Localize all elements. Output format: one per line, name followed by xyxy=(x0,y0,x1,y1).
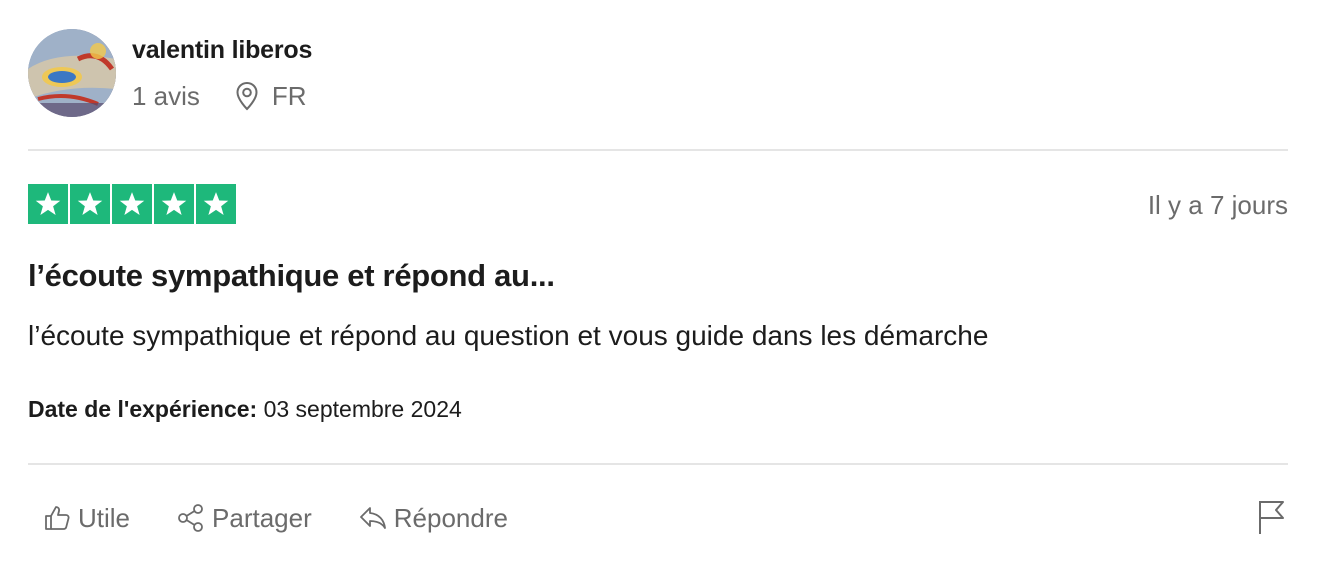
review-date: Il y a 7 jours xyxy=(1147,190,1288,220)
experience-date: Date de l'expérience: 03 septembre 2024 xyxy=(28,396,462,423)
review-card: valentin liberos 1 avis FR Il y a 7 jour… xyxy=(28,0,1288,566)
review-actions: Utile Partager Répondre xyxy=(42,498,554,538)
star-icon xyxy=(70,184,110,224)
share-button[interactable]: Partager xyxy=(176,503,312,534)
star-rating xyxy=(28,184,236,224)
flag-icon xyxy=(1259,501,1284,534)
reviewer-country: FR xyxy=(271,80,307,111)
review-title[interactable]: l’écoute sympathique et répond au... xyxy=(28,258,555,294)
star-icon xyxy=(112,184,152,224)
experience-date-value: 03 septembre 2024 xyxy=(263,396,462,422)
divider xyxy=(28,463,1288,465)
avatar[interactable] xyxy=(28,29,116,117)
star-icon xyxy=(28,184,68,224)
thumbs-up-icon xyxy=(45,506,70,530)
reply-button[interactable]: Répondre xyxy=(358,503,508,534)
reviewer-meta: 1 avis FR xyxy=(132,80,307,112)
share-label: Partager xyxy=(212,502,312,533)
report-flag-button[interactable] xyxy=(1256,498,1286,536)
useful-label: Utile xyxy=(78,502,131,533)
location-pin-icon xyxy=(234,81,260,111)
experience-date-label: Date de l'expérience: xyxy=(28,396,258,422)
star-icon xyxy=(154,184,194,224)
review-count: 1 avis xyxy=(132,80,200,111)
divider xyxy=(28,149,1288,151)
reviewer-name[interactable]: valentin liberos xyxy=(132,36,312,65)
review-body: l’écoute sympathique et répond au questi… xyxy=(28,320,989,351)
star-icon xyxy=(196,184,236,224)
share-icon xyxy=(178,504,203,532)
useful-button[interactable]: Utile xyxy=(42,503,130,534)
reply-icon xyxy=(359,507,386,529)
reply-label: Répondre xyxy=(393,502,508,533)
